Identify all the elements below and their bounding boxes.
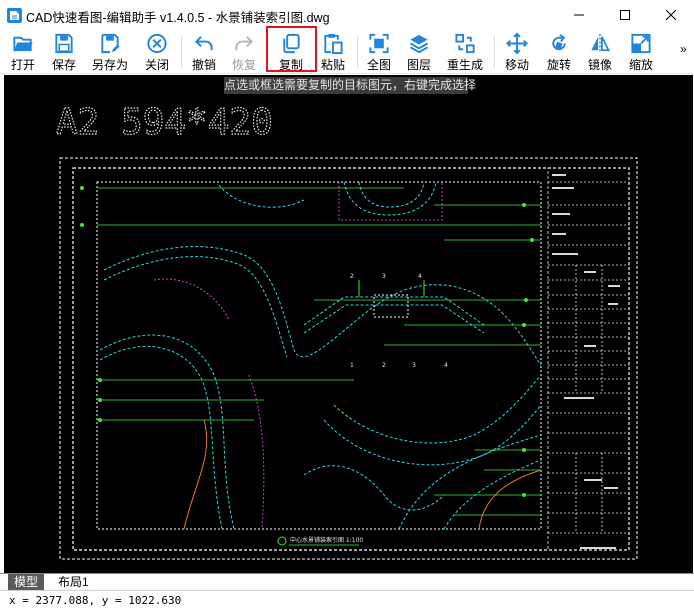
folder-open-icon [13, 36, 33, 52]
redo-icon [235, 36, 254, 51]
close-circle-icon [147, 33, 167, 54]
callout-4-bottom: 4 [444, 362, 448, 369]
window-title: CAD快速看图-编辑助手 v1.4.0.5 - 水景铺装索引图.dwg [26, 11, 330, 25]
cad-drawing: A2 594*420 2 3 4 1 2 3 4 中心水景铺装索引图 1:100 [55, 101, 638, 560]
close-icon [666, 10, 676, 20]
scale-icon [631, 33, 651, 54]
plan-title: 中心水景铺装索引图 1:100 [290, 536, 363, 544]
tab-layout1[interactable]: 布局1 [52, 574, 95, 590]
landscape-curves [99, 181, 542, 530]
open-button[interactable]: 打开 [7, 30, 39, 73]
redo-label: 恢复 [231, 58, 256, 72]
rotate-icon [552, 34, 566, 51]
minimize-icon [574, 14, 584, 16]
regenerate-icon [455, 33, 475, 54]
maximize-button[interactable] [602, 0, 648, 30]
orange-edges [183, 419, 542, 530]
close-file-button[interactable]: 关闭 [141, 30, 173, 73]
mirror-icon [591, 33, 611, 54]
rotate-label: 旋转 [546, 58, 571, 72]
title-bar: CAD快速看图-编辑助手 v1.4.0.5 - 水景铺装索引图.dwg [0, 0, 694, 30]
sheet-outer-border [59, 157, 638, 560]
open-label: 打开 [10, 58, 35, 72]
app-window: CAD快速看图-编辑助手 v1.4.0.5 - 水景铺装索引图.dwg 打开 保… [0, 0, 694, 609]
status-bar: x = 2377.088, y = 1022.630 [0, 590, 694, 609]
toolbar-separator [357, 36, 358, 68]
toolbar-separator [181, 36, 182, 68]
close-file-label: 关闭 [144, 58, 169, 72]
plan-frame [96, 181, 542, 530]
move-icon [506, 32, 528, 55]
paste-label: 粘贴 [320, 58, 345, 72]
tab-model[interactable]: 模型 [8, 574, 45, 590]
undo-button[interactable]: 撤销 [188, 30, 220, 73]
minimize-button[interactable] [556, 0, 602, 30]
app-logo-icon [7, 8, 22, 23]
callout-3-bottom: 3 [412, 362, 416, 369]
callout-1-bottom: 1 [350, 362, 354, 369]
save-icon [55, 33, 73, 54]
undo-icon [194, 36, 213, 51]
callout-2-bottom: 2 [382, 362, 386, 369]
cursor-coordinates: x = 2377.088, y = 1022.630 [9, 594, 182, 607]
save-as-label: 另存为 [91, 58, 128, 72]
undo-label: 撤销 [191, 58, 216, 72]
regenerate-label: 重生成 [446, 58, 483, 72]
paste-icon [324, 33, 343, 55]
toolbar-separator [494, 36, 495, 68]
plan-title-symbol [277, 536, 287, 546]
leader-lines [97, 187, 541, 516]
redo-button[interactable]: 恢复 [228, 30, 260, 73]
mirror-button[interactable]: 镜像 [584, 30, 616, 73]
fit-view-label: 全图 [366, 58, 391, 72]
drawing-canvas[interactable]: A2 594*420 2 3 4 1 2 3 4 中心水景铺装索引图 1:100 [4, 75, 693, 573]
leader-dots [80, 186, 534, 497]
regenerate-button[interactable]: 重生成 [444, 30, 486, 73]
callout-3-top: 3 [382, 273, 386, 280]
callout-4-top: 4 [418, 273, 422, 280]
layers-button[interactable]: 图层 [403, 30, 435, 73]
callout-2-top: 2 [350, 273, 354, 280]
layers-label: 图层 [406, 58, 431, 72]
copy-highlight-frame [266, 26, 317, 72]
scale-label: 缩放 [628, 58, 653, 72]
move-label: 移动 [504, 58, 529, 72]
mirror-label: 镜像 [587, 58, 612, 72]
move-button[interactable]: 移动 [501, 30, 533, 73]
fit-view-button[interactable]: 全图 [363, 30, 395, 73]
save-label: 保存 [51, 58, 76, 72]
layers-icon [409, 34, 429, 54]
layout-tab-bar: 模型 布局1 [0, 573, 694, 590]
sheet-size-label: A2 594*420 [56, 102, 273, 143]
fit-view-icon [369, 33, 389, 54]
rotate-button[interactable]: 旋转 [543, 30, 575, 73]
window-close-button[interactable] [648, 0, 694, 30]
paste-button[interactable]: 粘贴 [317, 30, 349, 73]
save-as-button[interactable]: 另存为 [89, 30, 131, 73]
toolbar: 打开 保存 另存为 关闭 撤销 恢复 复制 粘贴 全图 图层 重生成 移动 旋转… [0, 30, 694, 74]
maximize-icon [620, 10, 630, 20]
save-as-icon [101, 33, 120, 54]
toolbar-overflow-button[interactable]: » [680, 42, 687, 56]
scale-button[interactable]: 缩放 [625, 30, 657, 73]
save-button[interactable]: 保存 [48, 30, 80, 73]
copy-tooltip: 点选或框选需要复制的目标图元，右键完成选择 [224, 77, 477, 94]
title-block [547, 167, 630, 551]
callout-numbers: 2 3 4 1 2 3 4 [350, 273, 448, 369]
